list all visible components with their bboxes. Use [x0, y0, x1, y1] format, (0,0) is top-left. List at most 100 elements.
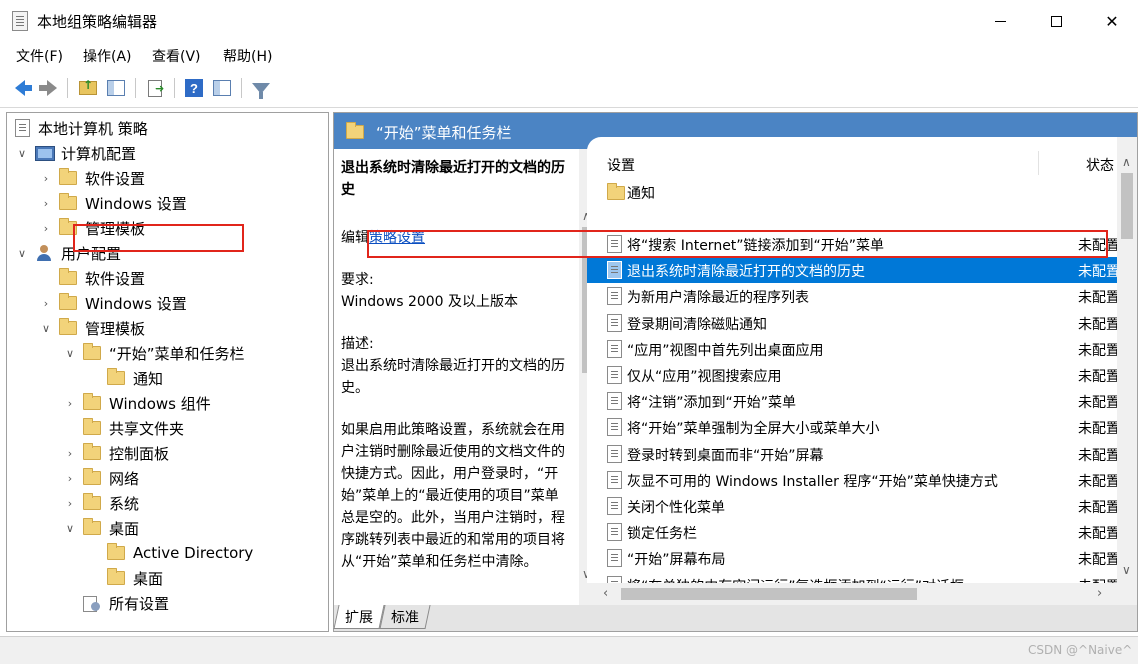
tree-item-notifications[interactable]: 通知: [107, 366, 163, 390]
chevron-right-icon[interactable]: ›: [63, 472, 77, 485]
tree-item-start-menu-taskbar[interactable]: ∨ “开始”菜单和任务栏: [63, 341, 245, 365]
setting-name: 登录期间清除磁贴通知: [627, 316, 767, 333]
tree-label: 系统: [109, 494, 140, 513]
table-row[interactable]: “开始”屏幕布局 未配置: [587, 545, 1120, 571]
table-row[interactable]: “应用”视图中首先列出桌面应用 未配置: [587, 336, 1120, 362]
folder-icon: [107, 568, 125, 585]
tree-item-desktop[interactable]: ∨ 桌面: [63, 516, 139, 540]
chevron-down-icon[interactable]: ∨: [63, 347, 77, 360]
tree-item-software-settings[interactable]: 软件设置: [59, 266, 145, 290]
chevron-right-icon[interactable]: ›: [39, 197, 53, 210]
setting-state: 未配置: [1078, 552, 1120, 569]
tree-item-admin-templates[interactable]: ∨ 管理模板: [39, 316, 145, 340]
table-row[interactable]: 将“注销”添加到“开始”菜单 未配置: [587, 388, 1120, 414]
table-row[interactable]: 为新用户清除最近的程序列表 未配置: [587, 283, 1120, 309]
chevron-right-icon[interactable]: ›: [63, 397, 77, 410]
chevron-down-icon[interactable]: ∨: [15, 147, 29, 160]
tree-item-active-directory[interactable]: Active Directory: [107, 541, 253, 565]
folder-icon: [607, 183, 625, 200]
tree-item-software-settings[interactable]: › 软件设置: [39, 166, 145, 190]
tree-item-all-settings[interactable]: 所有设置: [83, 591, 169, 615]
chevron-right-icon[interactable]: ›: [63, 497, 77, 510]
scroll-thumb[interactable]: [1121, 173, 1133, 239]
description-label: 描述:: [341, 336, 374, 352]
back-button[interactable]: [8, 76, 32, 100]
close-button[interactable]: ✕: [1086, 0, 1138, 42]
table-row[interactable]: 登录期间清除磁贴通知 未配置: [587, 310, 1120, 336]
status-bar: CSDN @^Naive^: [0, 636, 1138, 664]
list-vertical-scrollbar[interactable]: ∧ ∨: [1117, 137, 1137, 605]
list-item-folder[interactable]: 通知: [587, 179, 1117, 205]
up-level-button[interactable]: [76, 76, 100, 100]
chevron-right-icon[interactable]: ›: [63, 447, 77, 460]
policy-setting-icon: [607, 313, 622, 332]
user-icon: [35, 244, 53, 262]
chevron-right-icon[interactable]: ›: [39, 297, 53, 310]
help-button[interactable]: ?: [182, 76, 206, 100]
tree-item-shared-folders[interactable]: 共享文件夹: [83, 416, 184, 440]
tree-item-windows-components[interactable]: › Windows 组件: [63, 391, 211, 415]
tree-item-system[interactable]: › 系统: [63, 491, 139, 515]
description-panel: 退出系统时清除最近打开的文档的历史 编辑策略设置 要求: Windows 200…: [334, 149, 579, 605]
policy-setting-icon: [607, 497, 622, 515]
requirements-label: 要求:: [341, 272, 374, 288]
chevron-down-icon[interactable]: ∨: [63, 522, 77, 535]
column-divider[interactable]: [1038, 151, 1039, 175]
menu-action[interactable]: 操作(A): [83, 46, 132, 66]
column-header-state[interactable]: 状态: [1086, 155, 1114, 175]
folder-up-icon: [79, 78, 97, 95]
tree-label: Windows 设置: [85, 194, 187, 213]
title-bar: 本地组策略编辑器 ✕: [0, 0, 1138, 42]
tab-extended[interactable]: 扩展: [333, 605, 385, 629]
list-horizontal-scrollbar[interactable]: ‹ ›: [587, 583, 1117, 605]
tree-item-root[interactable]: 本地计算机 策略: [15, 116, 148, 140]
table-row[interactable]: 登录时转到桌面而非“开始”屏幕 未配置: [587, 441, 1120, 467]
tree-item-windows-settings[interactable]: › Windows 设置: [39, 191, 187, 215]
list-header: 设置 状态: [587, 151, 1117, 177]
folder-icon: [83, 518, 101, 535]
folder-icon: [83, 493, 101, 510]
table-row[interactable]: 退出系统时清除最近打开的文档的历史 未配置: [587, 257, 1120, 284]
scroll-up-icon[interactable]: ∧: [1122, 155, 1131, 169]
properties-button[interactable]: [210, 76, 234, 100]
navigation-tree[interactable]: 本地计算机 策略 ∨ 计算机配置 › 软件设置 › Windows 设置 › 管…: [6, 112, 329, 632]
setting-name: 仅从“应用”视图搜索应用: [627, 369, 782, 385]
chevron-right-icon[interactable]: ›: [39, 222, 53, 235]
folder-icon: [83, 393, 101, 410]
column-header-setting[interactable]: 设置: [607, 155, 635, 175]
setting-name: 退出系统时清除最近打开的文档的历史: [627, 264, 865, 281]
table-row[interactable]: 将“开始”菜单强制为全屏大小或菜单大小 未配置: [587, 414, 1120, 440]
tree-item-windows-settings[interactable]: › Windows 设置: [39, 291, 187, 315]
tree-item-desktop-sub[interactable]: 桌面: [107, 566, 163, 590]
export-list-button[interactable]: [143, 76, 167, 100]
tree-item-control-panel[interactable]: › 控制面板: [63, 441, 169, 465]
scroll-right-icon[interactable]: ›: [1097, 586, 1102, 601]
properties-icon: [213, 80, 231, 96]
table-row[interactable]: 锁定任务栏 未配置: [587, 519, 1120, 545]
settings-list[interactable]: 设置 状态 通知 将“搜索 Internet”链接添加到“开始”菜单 未配置 退出系…: [587, 137, 1137, 605]
show-hide-tree-button[interactable]: [104, 76, 128, 100]
folder-icon: [83, 343, 101, 360]
menu-help[interactable]: 帮助(H): [223, 46, 272, 66]
menu-view[interactable]: 查看(V): [152, 46, 201, 66]
maximize-button[interactable]: [1030, 0, 1082, 42]
filter-button[interactable]: [249, 76, 273, 100]
tree-item-network[interactable]: › 网络: [63, 466, 139, 490]
scroll-thumb[interactable]: [621, 588, 917, 600]
table-row[interactable]: 灰显不可用的 Windows Installer 程序“开始”菜单快捷方式 未配置: [587, 467, 1120, 493]
maximize-icon: [1050, 15, 1062, 27]
description-value: 退出系统时清除最近打开的文档的历史。: [341, 358, 565, 396]
table-row[interactable]: 仅从“应用”视图搜索应用 未配置: [587, 362, 1120, 388]
minimize-button[interactable]: [974, 0, 1026, 42]
tree-item-computer-config[interactable]: ∨ 计算机配置: [15, 141, 136, 165]
forward-button[interactable]: [36, 76, 60, 100]
menu-file[interactable]: 文件(F): [16, 46, 63, 66]
chevron-down-icon[interactable]: ∨: [39, 322, 53, 335]
table-row[interactable]: 关闭个性化菜单 未配置: [587, 493, 1120, 519]
tree-label: 软件设置: [85, 169, 146, 188]
scroll-left-icon[interactable]: ‹: [603, 586, 608, 601]
chevron-down-icon[interactable]: ∨: [15, 247, 29, 260]
chevron-right-icon[interactable]: ›: [39, 172, 53, 185]
tab-standard[interactable]: 标准: [379, 605, 431, 629]
scroll-down-icon[interactable]: ∨: [1122, 563, 1131, 577]
